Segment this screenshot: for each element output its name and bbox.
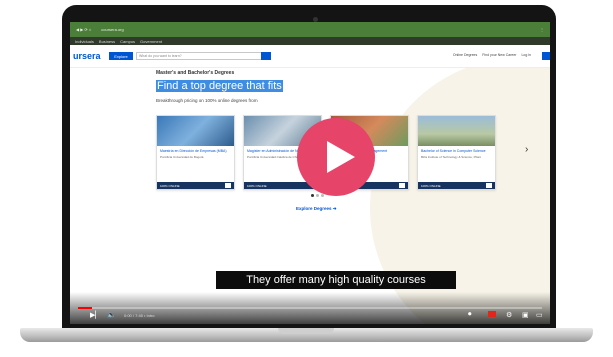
- online-degrees-link[interactable]: Online Degrees: [453, 53, 477, 57]
- captions-icon[interactable]: [488, 311, 496, 317]
- card-tag-label: 100% ONLINE: [247, 184, 267, 188]
- card-tag: 100% ONLINE: [157, 182, 234, 189]
- explore-label: Explore: [114, 53, 128, 59]
- search-button[interactable]: [261, 52, 271, 60]
- join-button[interactable]: [542, 52, 550, 60]
- back-icon[interactable]: ◀ ▶ ⟳ ⌂: [76, 27, 91, 32]
- volume-icon[interactable]: 🔈: [107, 311, 116, 319]
- bookmark-business[interactable]: Business: [99, 39, 115, 44]
- hero-kicker: Master's and Bachelor's Degrees: [156, 70, 235, 76]
- degree-card[interactable]: Maestría en Dirección de Empresas (MBA) …: [156, 115, 235, 190]
- school-logo-icon: [399, 183, 405, 188]
- school-logo-icon: [486, 183, 492, 188]
- miniplayer-icon[interactable]: ▣: [522, 311, 529, 319]
- video-controls: ▶▏ 🔈 0:00 / 7:45 • Intro ⏺ ⚙ ▣ ▭: [70, 292, 550, 324]
- site-logo[interactable]: ursera: [73, 51, 101, 61]
- bookmark-individuals[interactable]: Individuals: [75, 39, 94, 44]
- settings-gear-icon[interactable]: ⚙: [506, 311, 512, 319]
- bookmark-government[interactable]: Government: [140, 39, 162, 44]
- theater-mode-icon[interactable]: ▭: [536, 311, 543, 319]
- next-video-icon[interactable]: ▶▏: [90, 311, 101, 319]
- header-links: Online Degrees Find your New Career Log …: [453, 53, 544, 57]
- card-tag-label: 100% ONLINE: [160, 184, 180, 188]
- headline-highlight: Find a top degree that fits: [156, 80, 283, 92]
- hero-subheading: Breakthrough pricing on 100% online degr…: [156, 98, 258, 103]
- card-image: [418, 116, 495, 146]
- carousel-next-icon[interactable]: ›: [525, 144, 528, 155]
- site-header: ursera Explore What do you want to learn…: [70, 45, 550, 68]
- laptop-notch: [278, 328, 334, 334]
- screen: ◀ ▶ ⟳ ⌂ coursera.org ⋮ Individuals Busin…: [70, 22, 550, 324]
- card-school: Birla Institute of Technology & Science,…: [421, 154, 481, 159]
- video-progress-fill: [78, 307, 92, 309]
- video-caption: They offer many high quality courses: [216, 271, 456, 289]
- video-time: 0:00 / 7:45 • Intro: [124, 313, 155, 318]
- play-button[interactable]: [297, 118, 375, 196]
- degree-card[interactable]: Bachelor of Science in Computer Science …: [417, 115, 496, 190]
- card-image: [157, 116, 234, 146]
- card-tag: 100% ONLINE: [418, 182, 495, 189]
- browser-menu-icon[interactable]: ⋮: [540, 27, 544, 32]
- explore-button[interactable]: Explore: [109, 52, 133, 60]
- explore-degrees-link[interactable]: Explore Degrees ➔: [296, 206, 337, 212]
- address-url[interactable]: coursera.org: [101, 27, 123, 32]
- video-progress-bar[interactable]: [78, 307, 542, 309]
- bookmark-bar: Individuals Business Campus Government: [70, 37, 550, 45]
- find-career-link[interactable]: Find your New Career: [482, 53, 516, 57]
- bookmark-campus[interactable]: Campus: [120, 39, 135, 44]
- school-logo-icon: [225, 183, 231, 188]
- card-title: Bachelor of Science in Computer Science: [421, 149, 486, 153]
- play-icon: [327, 141, 355, 173]
- card-tag-label: 100% ONLINE: [421, 184, 441, 188]
- autoplay-toggle-icon[interactable]: ⏺: [468, 311, 472, 319]
- login-link[interactable]: Log in: [521, 53, 531, 57]
- browser-address-bar[interactable]: ◀ ▶ ⟳ ⌂ coursera.org ⋮: [70, 22, 550, 37]
- card-title: Maestría en Dirección de Empresas (MBA): [160, 149, 227, 153]
- card-school: Pontificia Universidad de Bogotá: [160, 154, 204, 159]
- hero-headline: Find a top degree that fits: [156, 80, 283, 92]
- search-input[interactable]: What do you want to learn?: [136, 52, 262, 60]
